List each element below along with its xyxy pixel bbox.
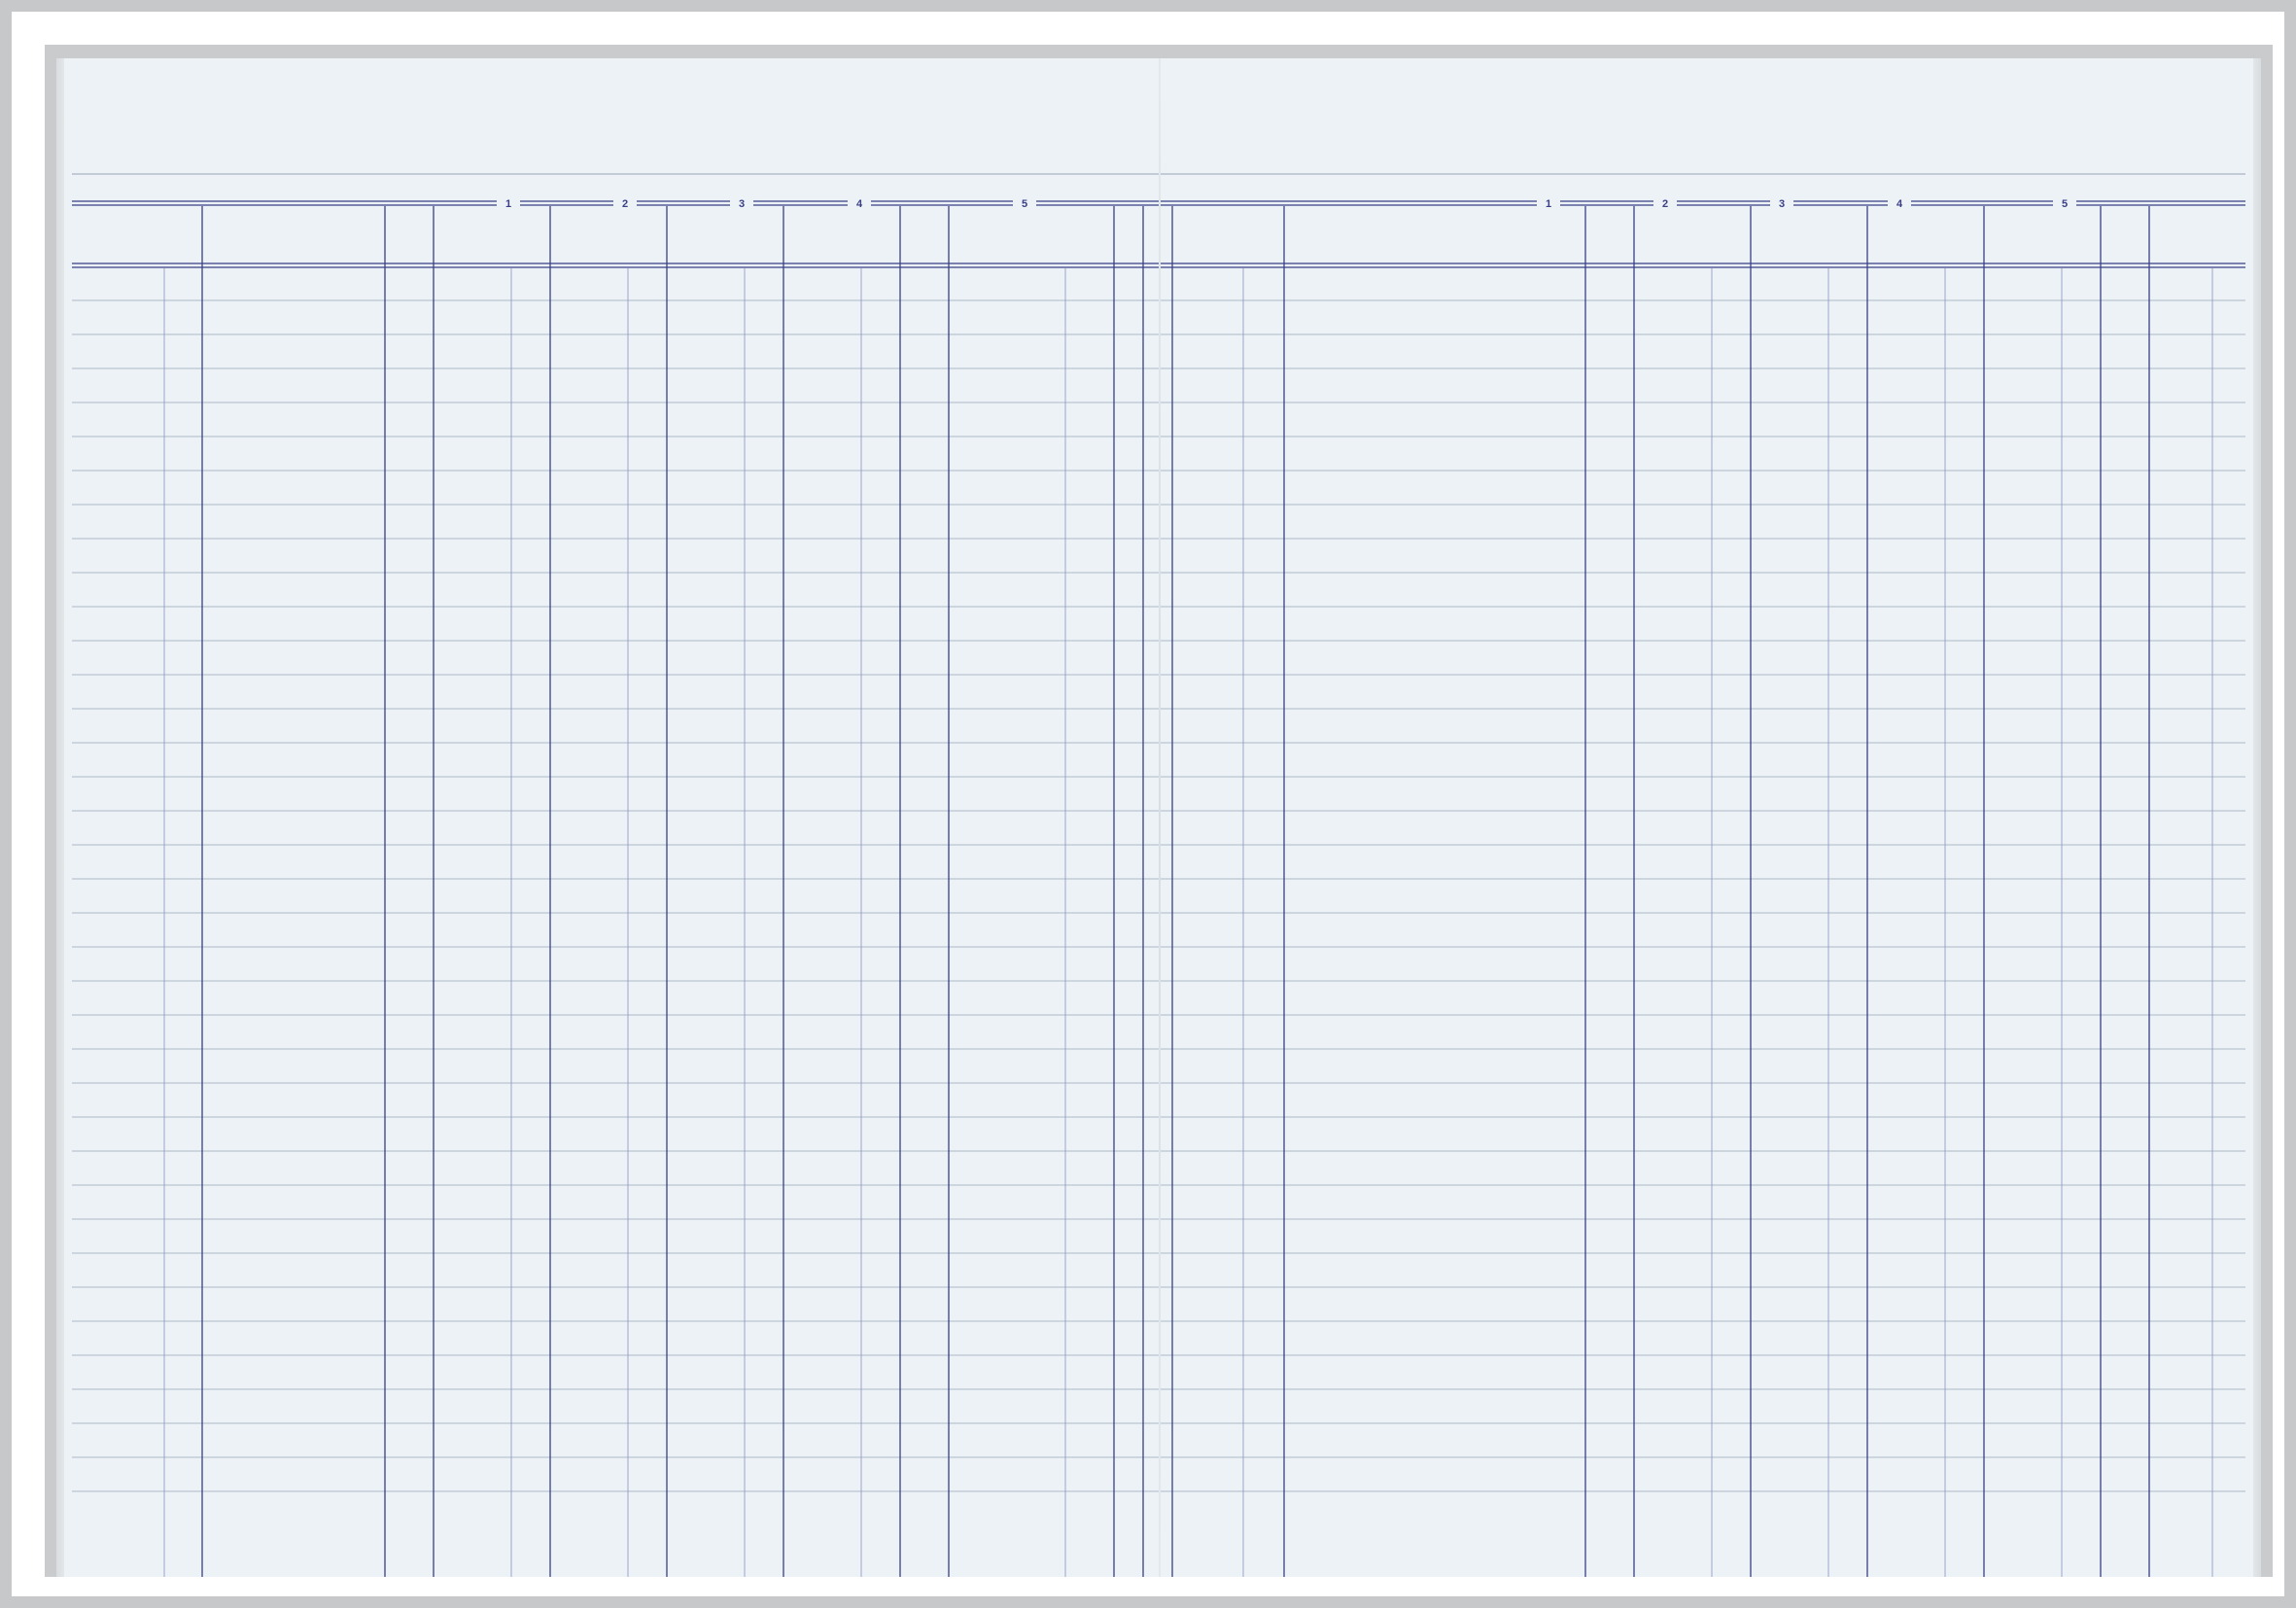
- ledger-spread: 1 2 3 4 5 1 2 3 4 5: [64, 58, 2253, 1577]
- page-gutter: [1159, 58, 1161, 1577]
- right-column-number: 3: [1779, 198, 1785, 210]
- right-column-number: 1: [1546, 198, 1551, 210]
- right-column-number: 5: [2062, 198, 2068, 210]
- left-column-number: 1: [505, 198, 511, 210]
- left-column-number: 5: [1022, 198, 1027, 210]
- screenshot-frame: 1 2 3 4 5 1 2 3 4 5: [12, 12, 2284, 1596]
- left-column-number: 3: [739, 198, 745, 210]
- right-column-number: 2: [1662, 198, 1668, 210]
- left-column-number: 2: [622, 198, 628, 210]
- left-column-number: 4: [856, 198, 863, 210]
- right-column-number: 4: [1896, 198, 1903, 210]
- ledger-book: 1 2 3 4 5 1 2 3 4 5: [45, 45, 2273, 1577]
